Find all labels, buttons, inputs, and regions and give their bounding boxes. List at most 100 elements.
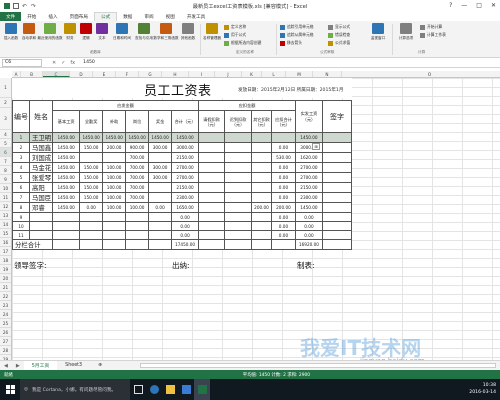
name-manager-button[interactable]: 名称管理器 <box>203 23 221 40</box>
employee-name-cell[interactable]: 王卫明 <box>28 132 54 143</box>
amount-cell[interactable] <box>148 182 173 193</box>
amount-cell[interactable] <box>79 230 104 240</box>
row-header-9[interactable]: 9 <box>0 175 11 184</box>
amount-cell[interactable]: 1450.00 <box>102 132 127 143</box>
amount-cell[interactable]: 1450.00 <box>294 132 323 143</box>
row-header-27[interactable]: 27 <box>0 337 11 346</box>
row-header-22[interactable]: 22 <box>0 292 11 301</box>
amount-cell[interactable]: 1450.00 <box>125 132 150 143</box>
amount-cell[interactable]: 1620.00 <box>294 152 323 163</box>
amount-cell[interactable]: 700.00 <box>125 192 150 203</box>
amount-cell[interactable]: 1450.00 <box>52 202 81 213</box>
row-header-2[interactable]: 2 <box>0 98 11 108</box>
amount-cell[interactable]: 0.00 <box>294 212 323 222</box>
date-time-button[interactable]: 日期和时间 <box>112 23 132 40</box>
row-header-10[interactable]: 10 <box>0 184 11 193</box>
signature-cell[interactable] <box>321 192 353 203</box>
column-header-i[interactable]: I <box>189 71 215 77</box>
row-header-21[interactable]: 21 <box>0 283 11 292</box>
sheet-tab-sheet3[interactable]: Sheet3 <box>57 362 90 369</box>
column-header-g[interactable]: G <box>139 71 162 77</box>
row-number-cell[interactable]: 4 <box>12 162 30 173</box>
column-header-l[interactable]: L <box>262 71 286 77</box>
lookup-button[interactable]: 查找与引用 <box>134 23 154 40</box>
amount-cell[interactable] <box>148 152 173 163</box>
amount-cell[interactable]: 1450.00 <box>171 132 200 143</box>
column-header-c[interactable]: C <box>43 71 70 77</box>
employee-name-cell[interactable]: 高阳 <box>28 182 54 193</box>
row-header-5[interactable]: 5 <box>0 139 11 148</box>
amount-cell[interactable]: 530.00 <box>270 152 296 163</box>
amount-cell[interactable] <box>52 230 81 240</box>
amount-cell[interactable]: 900.00 <box>125 142 150 153</box>
math-trig-button[interactable]: 数学和三角函数 <box>153 23 179 40</box>
row-header-25[interactable]: 25 <box>0 319 11 328</box>
row-header-14[interactable]: 14 <box>0 220 11 229</box>
row-number-cell[interactable]: 8 <box>12 202 30 213</box>
amount-cell[interactable]: 100.00 <box>102 192 127 203</box>
row-header-1[interactable]: 1 <box>0 78 11 98</box>
quick-analysis-icon[interactable]: ⊞ <box>312 143 320 150</box>
column-header-e[interactable]: E <box>93 71 116 77</box>
amount-cell[interactable] <box>125 221 150 231</box>
more-functions-button[interactable]: 其他函数 <box>178 23 198 40</box>
amount-cell[interactable]: 0.00 <box>270 142 296 153</box>
amount-cell[interactable] <box>251 221 272 231</box>
row-number-cell[interactable]: 9 <box>12 212 30 222</box>
row-header-12[interactable]: 12 <box>0 202 11 211</box>
amount-cell[interactable]: 300.00 <box>148 142 173 153</box>
signature-cell[interactable] <box>321 142 353 153</box>
amount-cell[interactable] <box>79 221 104 231</box>
maximize-button[interactable]: □ <box>476 2 482 9</box>
amount-cell[interactable]: 1450.00 <box>52 192 81 203</box>
amount-cell[interactable]: 2300.00 <box>171 192 200 203</box>
text-button[interactable]: 文本 <box>94 23 110 40</box>
row-number-cell[interactable]: 10 <box>12 221 30 231</box>
tab-page-layout[interactable]: 页面布局 <box>64 12 94 21</box>
amount-cell[interactable]: 150.00 <box>79 182 104 193</box>
explorer-icon[interactable] <box>162 379 178 400</box>
tab-file[interactable]: 文件 <box>0 12 22 21</box>
amount-cell[interactable]: 2700.00 <box>171 172 200 183</box>
amount-cell[interactable] <box>102 212 127 222</box>
use-in-formula-button[interactable]: 用于公式 <box>224 32 246 38</box>
tab-data[interactable]: 数据 <box>117 12 138 21</box>
amount-cell[interactable] <box>102 230 127 240</box>
amount-cell[interactable]: 200.00 <box>102 142 127 153</box>
signature-cell[interactable] <box>321 230 353 240</box>
employee-name-cell[interactable]: 邓睿 <box>28 202 54 213</box>
amount-cell[interactable]: 1450.00 <box>148 132 173 143</box>
row-header-20[interactable]: 20 <box>0 274 11 283</box>
next-sheet-icon[interactable]: ▶ <box>12 363 24 369</box>
amount-cell[interactable] <box>125 230 150 240</box>
employee-name-cell[interactable] <box>28 221 54 231</box>
autosum-button[interactable]: 自动求和 <box>21 23 37 40</box>
amount-cell[interactable]: 0.00 <box>148 202 173 213</box>
amount-cell[interactable]: 1450.00 <box>79 132 104 143</box>
column-header-j[interactable]: J <box>215 71 242 77</box>
amount-cell[interactable]: 2700.00 <box>171 162 200 173</box>
amount-cell[interactable]: 1450.00 <box>294 202 323 213</box>
amount-cell[interactable] <box>224 132 252 143</box>
subtotal-actual[interactable]: 16920.00 <box>294 239 323 250</box>
amount-cell[interactable] <box>198 221 226 231</box>
amount-cell[interactable] <box>148 221 173 231</box>
amount-cell[interactable]: 1450.00 <box>52 172 81 183</box>
start-button[interactable] <box>0 379 20 400</box>
row-number-cell[interactable]: 7 <box>12 192 30 203</box>
amount-cell[interactable]: 100.00 <box>125 202 150 213</box>
edge-icon[interactable] <box>146 379 162 400</box>
column-header-d[interactable]: D <box>70 71 93 77</box>
column-header-m[interactable]: M <box>286 71 313 77</box>
amount-cell[interactable]: 1450.00 <box>52 162 81 173</box>
amount-cell[interactable]: 150.00 <box>79 142 104 153</box>
create-from-selection-button[interactable]: 根据所选内容创建 <box>224 40 261 46</box>
signature-cell[interactable] <box>321 212 353 222</box>
row-header-17[interactable]: 17 <box>0 247 11 256</box>
amount-cell[interactable]: 200.00 <box>251 202 272 213</box>
row-header-26[interactable]: 26 <box>0 328 11 337</box>
horizontal-scrollbar[interactable] <box>140 363 496 368</box>
signature-cell[interactable] <box>321 182 353 193</box>
amount-cell[interactable] <box>198 152 226 163</box>
row-header-6[interactable]: 6 <box>0 148 11 157</box>
